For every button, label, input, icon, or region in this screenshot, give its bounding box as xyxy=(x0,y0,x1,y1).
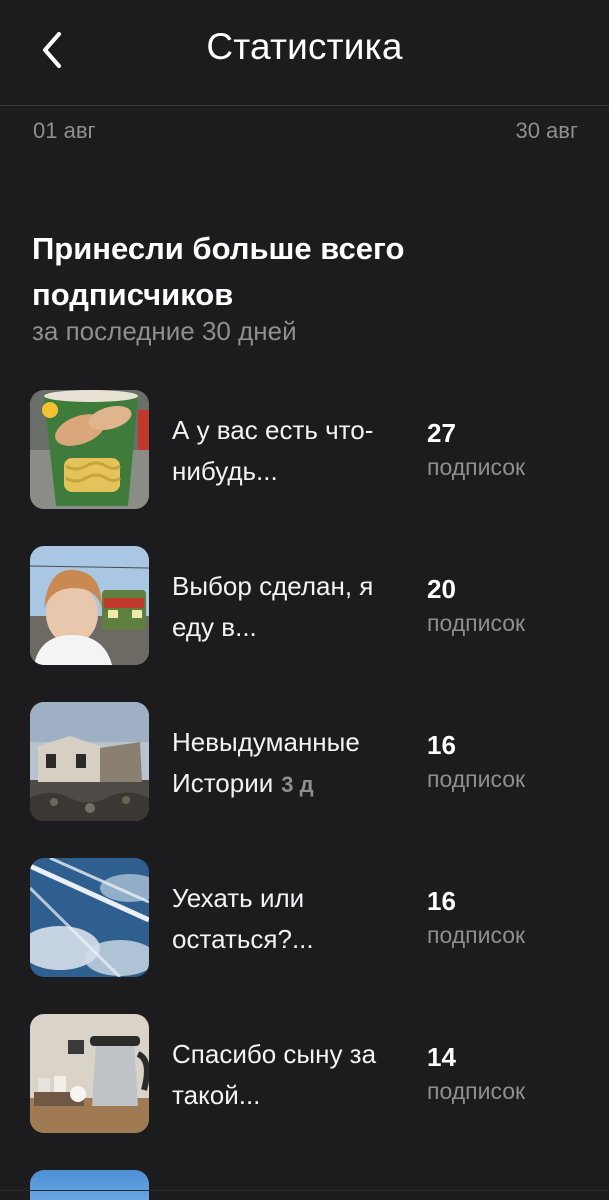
post-thumbnail xyxy=(30,390,149,509)
post-title: А у вас есть что-нибудь... xyxy=(172,415,374,486)
list-item[interactable]: Уехать или остаться?... 16 подписок xyxy=(0,858,609,978)
section-title: Принесли больше всего подписчиков xyxy=(32,231,405,312)
subscriber-count: 20 xyxy=(427,574,456,604)
subscriber-count-label: подписок xyxy=(427,454,526,480)
divider xyxy=(0,1190,609,1191)
list-item[interactable]: Невыдуманные Истории 3 д 16 подписок xyxy=(0,702,609,822)
date-start: 01 авг xyxy=(33,118,96,143)
subscriber-count: 14 xyxy=(427,1042,456,1072)
post-thumbnail xyxy=(30,858,149,977)
post-age: 3 д xyxy=(281,772,314,797)
post-title: Спасибо сыну за такой... xyxy=(172,1039,377,1110)
post-thumbnail-partial xyxy=(30,1170,149,1200)
post-thumbnail xyxy=(30,546,149,665)
post-title: Невыдуманные Истории xyxy=(172,727,360,798)
subscriber-count-label: подписок xyxy=(427,1078,526,1104)
section-subtitle: за последние 30 дней xyxy=(32,316,297,346)
subscriber-count: 16 xyxy=(427,730,456,760)
subscriber-count: 16 xyxy=(427,886,456,916)
post-thumbnail xyxy=(30,1014,149,1133)
subscriber-count-label: подписок xyxy=(427,610,526,636)
list-item[interactable]: Спасибо сыну за такой... 14 подписок xyxy=(0,1014,609,1134)
subscriber-count-label: подписок xyxy=(427,922,526,948)
post-thumbnail xyxy=(30,702,149,821)
top-bar: Статистика xyxy=(0,0,609,106)
subscriber-count-label: подписок xyxy=(427,766,526,792)
page-title: Статистика xyxy=(206,26,403,67)
date-range: 01 авг 30 авг xyxy=(33,118,578,144)
post-title: Выбор сделан, я еду в... xyxy=(172,571,374,642)
list-item[interactable]: Выбор сделан, я еду в... 20 подписок xyxy=(0,546,609,666)
subscriber-count: 27 xyxy=(427,418,456,448)
list-item[interactable]: А у вас есть что-нибудь... 27 подписок xyxy=(0,390,609,510)
post-title: Уехать или остаться?... xyxy=(172,883,314,954)
date-end: 30 авг xyxy=(515,118,578,143)
